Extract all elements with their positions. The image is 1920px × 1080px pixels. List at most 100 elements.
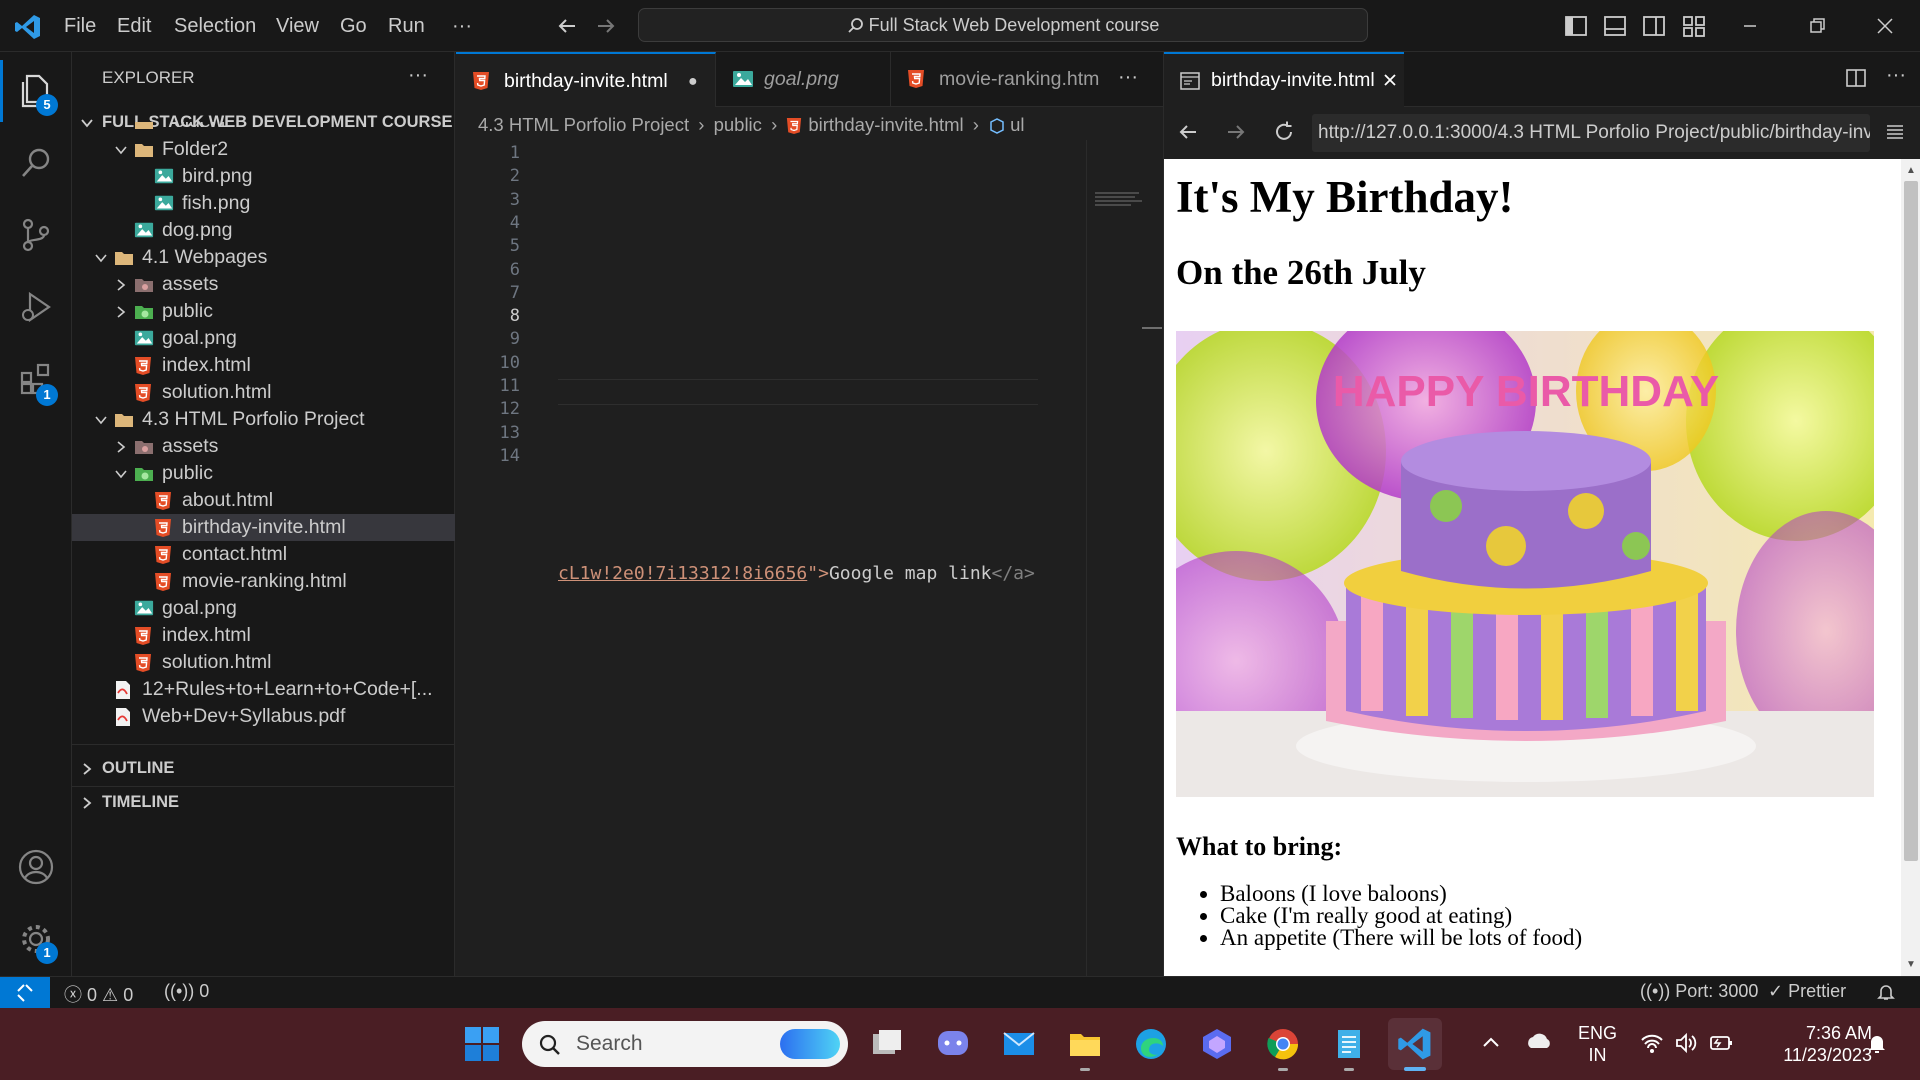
breadcrumb-public[interactable]: public — [714, 114, 762, 135]
chrome-browser-icon[interactable] — [1256, 1018, 1310, 1071]
task-view-icon[interactable] — [860, 1018, 914, 1070]
vscode-taskbar-icon[interactable] — [1388, 1018, 1442, 1071]
menu-view[interactable]: View — [270, 12, 325, 40]
remote-indicator[interactable] — [0, 977, 50, 1008]
accounts-icon[interactable] — [0, 832, 72, 902]
breadcrumb-file[interactable]: birthday-invite.html — [808, 114, 963, 135]
page-scrollbar[interactable]: ▲ ▼ — [1901, 159, 1920, 976]
file-explorer-icon[interactable] — [1058, 1018, 1112, 1071]
toggle-panel-icon[interactable] — [1603, 14, 1627, 38]
language-indicator[interactable]: ENG IN — [1578, 1022, 1617, 1066]
nav-forward-icon[interactable] — [594, 14, 618, 38]
scroll-down-icon[interactable]: ▼ — [1906, 959, 1916, 970]
tree-file[interactable]: index.html — [72, 622, 455, 649]
tab-preview[interactable]: birthday-invite.html — [1164, 52, 1404, 107]
close-tab-icon[interactable] — [1382, 72, 1398, 88]
toggle-sidebar-icon[interactable] — [1564, 14, 1588, 38]
notifications-bell-icon[interactable] — [1876, 982, 1896, 1002]
tree-file[interactable]: Web+Dev+Syllabus.pdf — [72, 703, 455, 730]
vscode-logo-icon[interactable] — [14, 13, 42, 41]
code-line-14[interactable]: cL1w!2e0!7i13312!8i6656">Google map link… — [558, 563, 1035, 584]
search-icon[interactable] — [0, 128, 72, 198]
tree-folder[interactable]: Folder1 — [72, 122, 455, 135]
extensions-icon[interactable]: 1 — [0, 344, 72, 414]
show-hidden-icons-icon[interactable] — [1480, 1032, 1502, 1054]
teams-chat-icon[interactable] — [926, 1018, 980, 1070]
menu-edit[interactable]: Edit — [111, 12, 157, 40]
menu-selection[interactable]: Selection — [168, 12, 262, 40]
volume-icon[interactable] — [1674, 1032, 1698, 1054]
toggle-secondary-sidebar-icon[interactable] — [1642, 14, 1666, 38]
tree-folder[interactable]: Folder2 — [72, 136, 455, 163]
taskbar-search[interactable]: Search — [522, 1021, 848, 1067]
source-control-icon[interactable] — [0, 200, 72, 270]
chevron-right-icon[interactable] — [114, 440, 128, 454]
close-window-icon[interactable] — [1873, 14, 1897, 38]
tree-folder[interactable]: assets — [72, 433, 455, 460]
prettier-indicator[interactable]: ✓ Prettier — [1768, 981, 1846, 1002]
tab-goal-png[interactable]: goal.png — [716, 52, 891, 107]
edge-browser-icon[interactable] — [1124, 1018, 1178, 1070]
tree-file[interactable]: movie-ranking.html — [72, 568, 455, 595]
page-scrollbar-thumb[interactable] — [1904, 181, 1918, 861]
tree-file[interactable]: dog.png — [72, 217, 455, 244]
command-center[interactable]: Full Stack Web Development course — [638, 8, 1368, 42]
split-editor-icon[interactable] — [1845, 67, 1867, 89]
browser-reload-icon[interactable] — [1272, 120, 1296, 144]
copilot-app-icon[interactable] — [1190, 1018, 1244, 1070]
explorer-more-button[interactable]: ··· — [408, 64, 428, 87]
live-server-port[interactable]: ((•)) Port: 3000 — [1640, 981, 1758, 1002]
minimap[interactable] — [1086, 140, 1143, 976]
chevron-right-icon[interactable] — [114, 278, 128, 292]
breadcrumb-folder[interactable]: 4.3 HTML Porfolio Project — [478, 114, 689, 135]
mail-icon[interactable] — [992, 1018, 1046, 1070]
menu-more[interactable]: ··· — [446, 12, 478, 40]
problems-indicator[interactable]: ⓧ 0 ⚠ 0 — [64, 981, 133, 1007]
tree-file[interactable]: goal.png — [72, 595, 455, 622]
chevron-down-icon[interactable] — [114, 143, 128, 157]
notepad-icon[interactable] — [1322, 1018, 1376, 1071]
breadcrumb-symbol[interactable]: ul — [1010, 114, 1024, 135]
tree-folder[interactable]: 4.3 HTML Porfolio Project — [72, 406, 455, 433]
tree-file[interactable]: fish.png — [72, 190, 455, 217]
menu-file[interactable]: File — [58, 12, 102, 40]
tree-file[interactable]: bird.png — [72, 163, 455, 190]
tabs-more-button[interactable]: ··· — [1118, 66, 1138, 89]
url-bar[interactable]: http://127.0.0.1:3000/4.3 HTML Porfolio … — [1312, 114, 1870, 152]
tree-file[interactable]: goal.png — [72, 325, 455, 352]
tab-movie-ranking[interactable]: movie-ranking.htm — [891, 52, 1119, 107]
tree-folder[interactable]: public — [72, 460, 455, 487]
tree-file[interactable]: solution.html — [72, 379, 455, 406]
browser-forward-icon[interactable] — [1224, 120, 1248, 144]
clock[interactable]: 7:36 AM 11/23/2023 — [1756, 1022, 1872, 1066]
tree-file[interactable]: 12+Rules+to+Learn+to+Code+[... — [72, 676, 455, 703]
scroll-up-icon[interactable]: ▲ — [1906, 165, 1916, 176]
tree-folder[interactable]: 4.1 Webpages — [72, 244, 455, 271]
tree-folder[interactable]: assets — [72, 271, 455, 298]
wifi-icon[interactable] — [1640, 1032, 1664, 1054]
notification-bell-icon[interactable] — [1866, 1032, 1888, 1056]
chevron-down-icon[interactable] — [114, 467, 128, 481]
tree-folder[interactable]: public — [72, 298, 455, 325]
chevron-right-icon[interactable] — [114, 305, 128, 319]
onedrive-cloud-icon[interactable] — [1525, 1030, 1553, 1052]
tab-birthday-invite[interactable]: birthday-invite.html ● — [456, 52, 716, 107]
explorer-icon[interactable]: 5 — [0, 56, 72, 126]
editor-scrollbar[interactable] — [1142, 140, 1162, 976]
ports-indicator[interactable]: ((•)) 0 — [164, 981, 209, 1002]
start-button-icon[interactable] — [455, 1018, 509, 1070]
run-debug-icon[interactable] — [0, 272, 72, 342]
menu-go[interactable]: Go — [334, 12, 373, 40]
tree-file[interactable]: about.html — [72, 487, 455, 514]
battery-icon[interactable] — [1708, 1032, 1734, 1054]
preview-more-button[interactable]: ··· — [1886, 64, 1906, 87]
tree-file[interactable]: contact.html — [72, 541, 455, 568]
minimize-icon[interactable] — [1738, 14, 1762, 38]
restore-icon[interactable] — [1805, 14, 1829, 38]
browser-menu-icon[interactable] — [1884, 121, 1906, 143]
nav-back-icon[interactable] — [555, 14, 579, 38]
timeline-section[interactable]: TIMELINE — [72, 786, 455, 819]
manage-gear-icon[interactable]: 1 — [0, 904, 72, 974]
chevron-down-icon[interactable] — [94, 413, 108, 427]
chevron-down-icon[interactable] — [94, 251, 108, 265]
